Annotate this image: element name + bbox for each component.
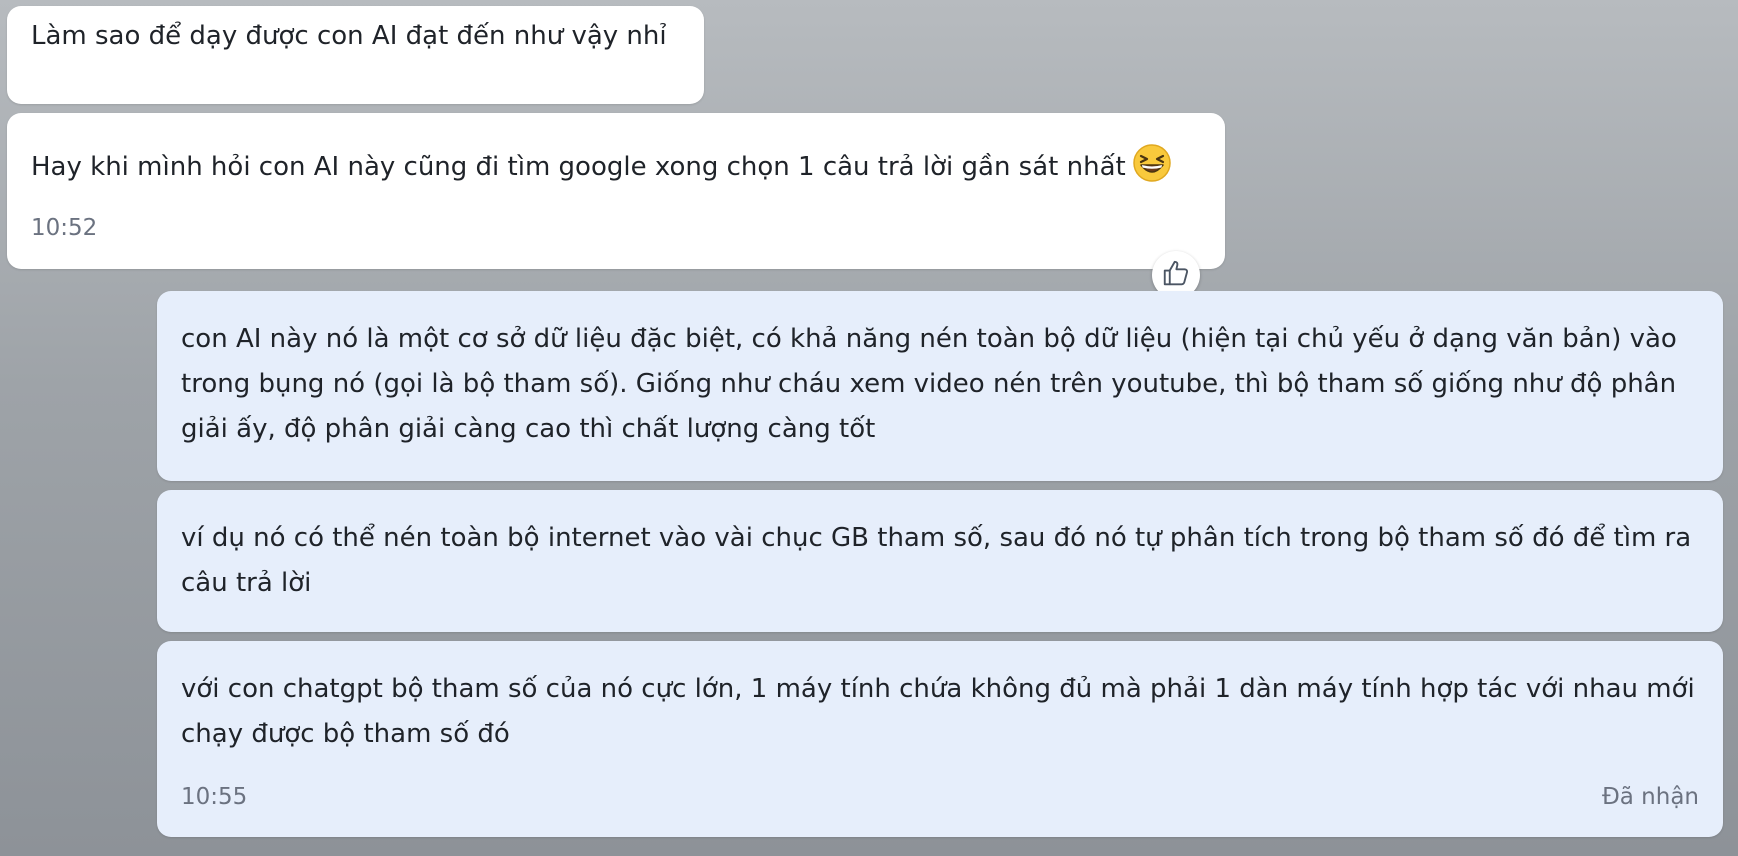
message-text-content: Hay khi mình hỏi con AI này cũng đi tìm … xyxy=(31,152,1126,182)
message-text: với con chatgpt bộ tham số của nó cực lớ… xyxy=(181,674,1703,749)
message-timestamp: 10:52 xyxy=(31,215,98,241)
incoming-message-bubble[interactable]: Làm sao để dạy được con AI đạt đến như v… xyxy=(7,6,704,104)
outgoing-message-bubble[interactable]: với con chatgpt bộ tham số của nó cực lớ… xyxy=(157,641,1723,837)
message-text: con AI này nó là một cơ sở dữ liệu đặc b… xyxy=(181,324,1686,444)
laughing-face-emoji-icon xyxy=(1132,143,1172,198)
outgoing-message-bubble[interactable]: con AI này nó là một cơ sở dữ liệu đặc b… xyxy=(157,291,1723,481)
thumbs-up-icon xyxy=(1161,258,1191,292)
incoming-message-bubble[interactable]: Hay khi mình hỏi con AI này cũng đi tìm … xyxy=(7,113,1225,269)
chat-message-area: Làm sao để dạy được con AI đạt đến như v… xyxy=(0,0,1738,856)
message-text: ví dụ nó có thể nén toàn bộ internet vào… xyxy=(181,523,1708,598)
outgoing-message-bubble[interactable]: ví dụ nó có thể nén toàn bộ internet vào… xyxy=(157,490,1723,632)
delivery-status: Đã nhận xyxy=(1601,784,1699,810)
message-timestamp: 10:55 xyxy=(181,784,248,810)
message-text: Làm sao để dạy được con AI đạt đến như v… xyxy=(31,21,667,51)
message-text: Hay khi mình hỏi con AI này cũng đi tìm … xyxy=(31,143,1201,198)
